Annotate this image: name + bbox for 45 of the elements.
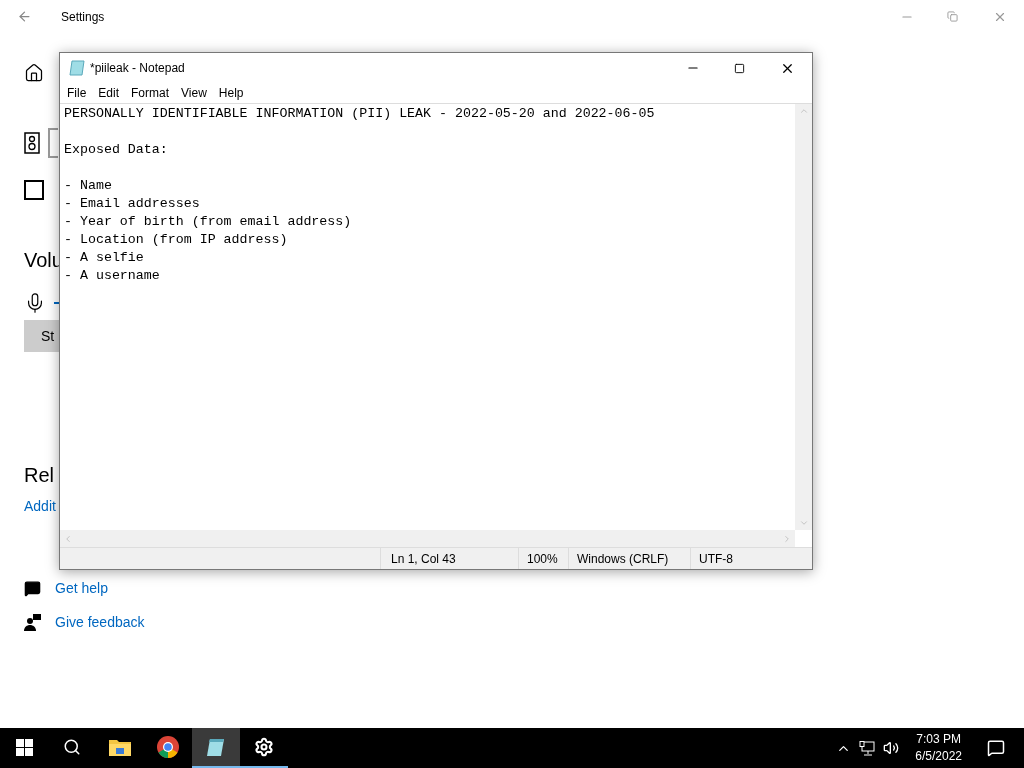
zoom-level: 100%	[527, 550, 558, 568]
folder-icon	[109, 738, 131, 756]
section-heading: Rel	[24, 463, 54, 488]
person-feedback-icon	[24, 614, 41, 631]
text-line: - A username	[64, 267, 160, 285]
home-icon[interactable]	[24, 63, 44, 83]
cursor-position: Ln 1, Col 43	[391, 550, 456, 568]
menu-item[interactable]: View	[181, 84, 207, 102]
line-endings: Windows (CRLF)	[577, 550, 669, 568]
window-title: *piileak - Notepad	[90, 60, 185, 77]
menu-item[interactable]: Help	[218, 84, 244, 102]
text-line: - A selfie	[64, 249, 144, 267]
window-title: Settings	[61, 8, 105, 26]
network-icon[interactable]	[859, 740, 876, 756]
back-icon[interactable]	[17, 9, 32, 24]
checkbox[interactable]	[24, 180, 44, 200]
text-line: - Location (from IP address)	[64, 231, 288, 249]
menu-item[interactable]: Format	[131, 84, 170, 102]
menu-item[interactable]: Edit	[98, 84, 120, 102]
notepad-icon	[69, 60, 85, 76]
notification-icon[interactable]	[987, 739, 1005, 757]
clock[interactable]: 7:03 PM 6/5/2022	[909, 728, 968, 768]
taskbar-button[interactable]	[192, 728, 240, 768]
gear-icon	[254, 737, 274, 757]
settings-link[interactable]: Addit	[24, 496, 56, 517]
menu-item[interactable]: File	[67, 84, 87, 102]
store-button[interactable]: St	[24, 320, 59, 352]
speaker-icon	[24, 132, 40, 154]
notepad-icon	[205, 736, 227, 758]
help-link[interactable]: Give feedback	[55, 612, 145, 633]
clock-date: 6/5/2022	[915, 748, 962, 765]
help-icon	[24, 580, 41, 597]
encoding: UTF-8	[699, 550, 733, 568]
volume-icon[interactable]	[883, 740, 900, 756]
help-link[interactable]: Get help	[55, 578, 108, 599]
text-line: PERSONALLY IDENTIFIABLE INFORMATION (PII) LEAK - 2022-05-20 and 2022-06-05	[64, 105, 655, 123]
browser-icon	[157, 736, 179, 758]
text-line: - Name	[64, 177, 112, 195]
clock-time: 7:03 PM	[916, 731, 961, 748]
maximize-icon[interactable]	[734, 62, 745, 74]
text-line: Exposed Data:	[64, 141, 168, 159]
text-line: - Email addresses	[64, 195, 200, 213]
search-icon	[63, 738, 81, 756]
text-line: - Year of birth (from email address)	[64, 213, 352, 231]
windows-logo-icon	[15, 738, 33, 756]
